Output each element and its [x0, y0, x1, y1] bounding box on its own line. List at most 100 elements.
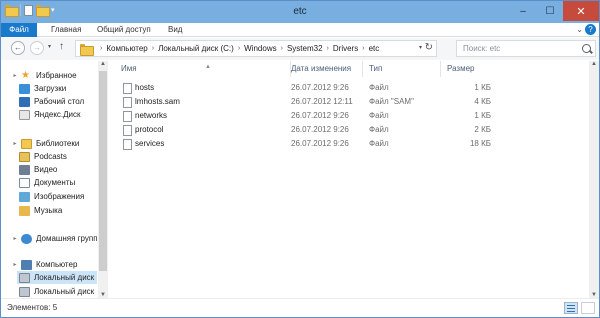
sidebar-item-label: Документы [34, 178, 76, 187]
breadcrumb-separator: › [100, 45, 103, 52]
refresh-icon[interactable]: ↻ [425, 42, 433, 53]
file-list-scrollbar[interactable]: ▲ ▼ [589, 61, 599, 298]
sidebar-item-label: Библиотеки [36, 139, 80, 148]
sidebar-item-label: Избранное [36, 71, 77, 80]
address-bar[interactable]: › Компьютер › Локальный диск (C:) › Wind… [75, 40, 437, 57]
sidebar-item-desktop[interactable]: Рабочий стол [17, 95, 84, 108]
breadcrumb-system32[interactable]: System32 [287, 44, 323, 53]
scroll-up-icon[interactable]: ▲ [98, 61, 108, 67]
expand-icon[interactable]: ▸ [11, 235, 19, 242]
breadcrumb-windows[interactable]: Windows [244, 44, 276, 53]
column-header-date[interactable]: Дата изменения [285, 61, 363, 77]
breadcrumb-separator[interactable]: › [152, 45, 154, 52]
sidebar-item-label: Изображения [34, 192, 85, 201]
sidebar-item-label: Яндекс.Диск [34, 110, 81, 119]
large-icons-view-button[interactable] [581, 302, 595, 314]
navigation-pane: ▸ ★ Избранное Загрузки Рабочий стол Янде… [1, 61, 108, 298]
breadcrumb-drivers[interactable]: Drivers [333, 44, 358, 53]
breadcrumb-separator[interactable]: › [281, 45, 283, 52]
file-type: Файл [369, 83, 389, 92]
forward-button[interactable]: → [30, 41, 44, 55]
navigation-pane-scrollbar[interactable]: ▲ ▼ [98, 61, 108, 298]
breadcrumb-separator[interactable]: › [362, 45, 364, 52]
tab-view[interactable]: Вид [168, 23, 182, 37]
sidebar-item-documents[interactable]: Документы [17, 176, 75, 189]
search-input[interactable]: Поиск: etc [456, 40, 596, 57]
file-date: 26.07.2012 12:11 [291, 97, 353, 106]
sidebar-item-yandex-disk[interactable]: Яндекс.Диск [17, 108, 81, 121]
breadcrumb-local-disk[interactable]: Локальный диск (C:) [158, 44, 234, 53]
sidebar-item-computer[interactable]: ▸ Компьютер [1, 258, 77, 271]
file-icon [123, 83, 132, 94]
breadcrumb-computer[interactable]: Компьютер [106, 44, 147, 53]
file-date: 26.07.2012 9:26 [291, 139, 349, 148]
tab-file[interactable]: Файл [1, 23, 37, 37]
file-type: Файл [369, 139, 389, 148]
expand-ribbon-icon[interactable]: ⌄ [576, 25, 583, 34]
tab-share[interactable]: Общий доступ [97, 23, 151, 37]
sidebar-item-pictures[interactable]: Изображения [17, 190, 84, 203]
file-row[interactable]: protocol 26.07.2012 9:26 Файл 2 КБ [109, 123, 495, 137]
file-name: lmhosts.sam [135, 97, 180, 106]
scrollbar-thumb[interactable] [99, 71, 107, 271]
expand-icon[interactable]: ▸ [11, 72, 19, 79]
podcasts-icon [19, 151, 30, 162]
sidebar-item-label: Музыка [34, 206, 63, 215]
file-icon [123, 139, 132, 150]
close-button[interactable]: ✕ [563, 1, 599, 21]
sidebar-item-label: Локальный диск [34, 273, 95, 282]
homegroup-icon [21, 233, 32, 244]
details-view-button[interactable] [564, 302, 578, 314]
disk-icon [19, 272, 30, 283]
sidebar-item-music[interactable]: Музыка [17, 204, 62, 217]
tab-home[interactable]: Главная [51, 23, 81, 37]
back-button[interactable]: ← [11, 41, 25, 55]
explorer-window: ▾ etc – ☐ ✕ Файл Главная Общий доступ Ви… [0, 0, 600, 318]
help-icon[interactable]: ? [585, 24, 596, 35]
column-header-type[interactable]: Тип [363, 61, 441, 77]
sidebar-item-local-disk-d[interactable]: Локальный диск [17, 285, 94, 298]
breadcrumb-etc[interactable]: etc [369, 44, 380, 53]
folder-icon [80, 43, 94, 56]
file-size: 4 КБ [474, 97, 491, 106]
sidebar-item-downloads[interactable]: Загрузки [17, 82, 66, 95]
file-date: 26.07.2012 9:26 [291, 111, 349, 120]
recent-locations-icon[interactable]: ▾ [48, 43, 51, 50]
sidebar-item-favorites[interactable]: ▸ ★ Избранное [1, 69, 77, 82]
file-size: 18 КБ [469, 139, 491, 148]
sidebar-item-label: Локальный диск [34, 287, 95, 296]
sidebar-item-label: Загрузки [34, 84, 67, 93]
sidebar-item-homegroup[interactable]: ▸ Домашняя группа [1, 232, 102, 245]
search-placeholder: Поиск: etc [463, 44, 501, 53]
file-row[interactable]: lmhosts.sam 26.07.2012 12:11 Файл "SAM" … [109, 95, 495, 109]
scroll-up-icon[interactable]: ▲ [589, 61, 599, 67]
expand-icon[interactable]: ▸ [11, 261, 19, 268]
expand-icon[interactable]: ▸ [11, 140, 19, 147]
sidebar-item-libraries[interactable]: ▸ Библиотеки [1, 137, 79, 150]
maximize-button[interactable]: ☐ [537, 1, 563, 21]
file-row[interactable]: networks 26.07.2012 9:26 Файл 1 КБ [109, 109, 495, 123]
search-icon[interactable] [582, 44, 591, 53]
file-icon [123, 111, 132, 122]
ribbon-tabs: Файл Главная Общий доступ Вид ⌄ ? [1, 23, 599, 37]
column-header-name[interactable]: Имя ▲ [115, 61, 291, 77]
address-dropdown-icon[interactable]: ▾ [419, 44, 422, 51]
file-size: 2 КБ [474, 125, 491, 134]
breadcrumb-separator[interactable]: › [327, 45, 329, 52]
sidebar-item-local-disk-c[interactable]: Локальный диск [17, 271, 97, 284]
sidebar-item-video[interactable]: Видео [17, 163, 57, 176]
minimize-button[interactable]: – [509, 1, 537, 21]
file-row[interactable]: services 26.07.2012 9:26 Файл 18 КБ [109, 137, 495, 151]
column-header-size[interactable]: Размер [441, 61, 491, 77]
file-type: Файл "SAM" [369, 97, 414, 106]
column-header-label: Имя [121, 64, 137, 73]
computer-icon [21, 259, 32, 270]
item-count: Элементов: 5 [7, 303, 58, 312]
sidebar-item-label: Компьютер [36, 260, 78, 269]
video-icon [19, 164, 30, 175]
file-row[interactable]: hosts 26.07.2012 9:26 Файл 1 КБ [109, 81, 495, 95]
sidebar-item-podcasts[interactable]: Podcasts [17, 150, 67, 163]
up-button[interactable]: ↑ [59, 41, 64, 52]
file-list: Имя ▲ Дата изменения Тип Размер hosts 26… [109, 61, 599, 298]
breadcrumb-separator[interactable]: › [238, 45, 240, 52]
